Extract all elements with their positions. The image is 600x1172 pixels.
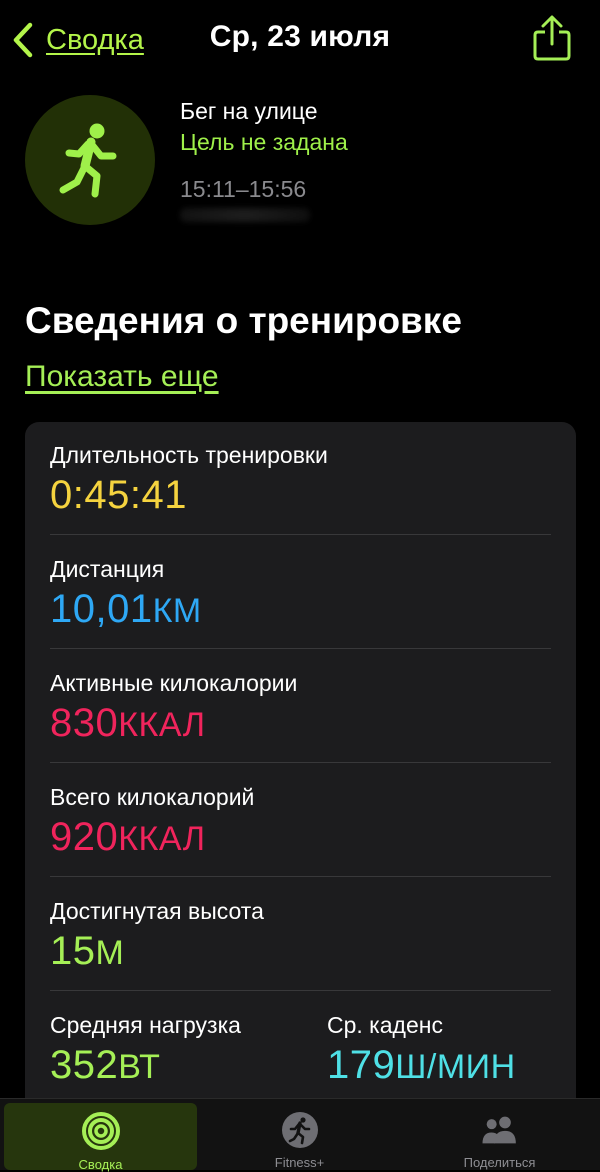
section-title: Сведения о тренировке xyxy=(25,300,462,341)
workout-type-badge xyxy=(25,95,155,225)
show-more-link[interactable]: Показать еще xyxy=(25,360,219,394)
navigation-bar: Сводка Ср, 23 июля xyxy=(0,0,600,80)
metric-value: 0:45:41 xyxy=(50,473,328,518)
metric-elevation: Достигнутая высота 15М xyxy=(50,898,264,974)
metric-value: 15М xyxy=(50,929,264,974)
metric-average-power: Средняя нагрузка 352ВТ xyxy=(50,1012,241,1088)
metric-value: 920ККАЛ xyxy=(50,815,254,860)
metric-value: 10,01КМ xyxy=(50,587,202,632)
blurred-location xyxy=(180,208,310,222)
workout-name: Бег на улице xyxy=(180,98,318,124)
people-icon xyxy=(480,1111,520,1149)
metric-average-cadence: Ср. каденс 179Ш/МИН xyxy=(327,1012,516,1088)
metric-label: Дистанция xyxy=(50,556,165,582)
metric-number: 830 xyxy=(50,701,119,745)
workout-goal: Цель не задана xyxy=(180,129,348,155)
metric-duration: Длительность тренировки 0:45:41 xyxy=(50,442,328,518)
tab-summary[interactable]: Сводка xyxy=(4,1103,197,1172)
metric-unit: ККАЛ xyxy=(118,820,206,858)
metric-number: 179 xyxy=(327,1043,396,1087)
divider xyxy=(50,762,551,763)
tab-label: Сводка xyxy=(78,1157,123,1172)
metric-number: 15 xyxy=(50,929,96,973)
divider xyxy=(50,534,551,535)
divider xyxy=(50,648,551,649)
metric-label: Средняя нагрузка xyxy=(50,1012,241,1038)
workout-details-card: Длительность тренировки 0:45:41 Дистанци… xyxy=(25,422,576,1122)
workout-time-range: 15:11–15:56 xyxy=(180,176,307,202)
metric-unit: ККАЛ xyxy=(118,706,206,744)
metric-unit: ВТ xyxy=(118,1048,161,1086)
page-title: Ср, 23 июля xyxy=(209,20,391,53)
metric-number: 10,01 xyxy=(50,587,153,631)
tab-label: Fitness+ xyxy=(274,1155,325,1170)
divider xyxy=(50,990,551,991)
metric-label: Длительность тренировки xyxy=(50,442,328,468)
metric-unit: М xyxy=(95,934,125,972)
tab-sharing[interactable]: Поделиться xyxy=(403,1103,596,1170)
share-button[interactable] xyxy=(532,14,572,62)
metric-label: Всего килокалорий xyxy=(50,784,255,810)
metric-number: 0:45:41 xyxy=(50,473,187,517)
metric-unit: Ш/МИН xyxy=(395,1048,516,1086)
divider xyxy=(50,876,551,877)
fitness-plus-runner-icon xyxy=(280,1111,320,1149)
metric-label: Активные килокалории xyxy=(50,670,298,696)
metric-label: Ср. каденс xyxy=(327,1012,443,1038)
running-figure-icon xyxy=(59,123,117,198)
tab-label: Поделиться xyxy=(463,1155,536,1170)
metric-label: Достигнутая высота xyxy=(50,898,264,924)
tab-fitness-plus[interactable]: Fitness+ xyxy=(203,1103,396,1170)
metric-number: 352 xyxy=(50,1043,119,1087)
metric-active-calories: Активные килокалории 830ККАЛ xyxy=(50,670,297,746)
metric-total-calories: Всего килокалорий 920ККАЛ xyxy=(50,784,254,860)
metric-number: 920 xyxy=(50,815,119,859)
share-icon xyxy=(533,15,571,61)
activity-rings-icon xyxy=(81,1111,121,1151)
metric-value: 352ВТ xyxy=(50,1043,241,1088)
metric-unit: КМ xyxy=(152,592,202,630)
tab-bar: Сводка Fitness+ Поделиться xyxy=(0,1098,600,1172)
metric-value: 830ККАЛ xyxy=(50,701,297,746)
metric-value: 179Ш/МИН xyxy=(327,1043,516,1088)
metric-distance: Дистанция 10,01КМ xyxy=(50,556,202,632)
